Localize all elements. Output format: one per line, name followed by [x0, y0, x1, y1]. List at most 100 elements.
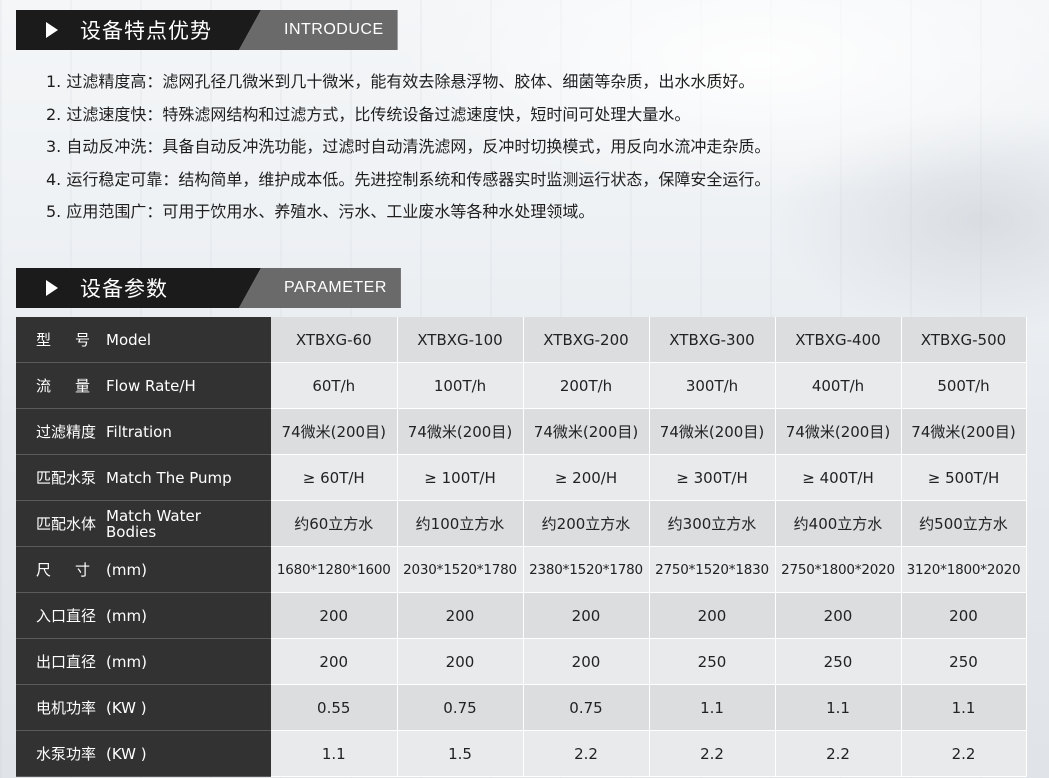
table-cell: ≥ 200/H	[523, 454, 650, 501]
parameter-table: 型号 Model XTBXG-60 XTBXG-100 XTBXG-200 XTBXG-3…	[16, 317, 1027, 777]
table-cell: XTBXG-200	[523, 317, 650, 363]
row-label-en: Model	[106, 330, 152, 349]
row-label-cn: 匹配水泵	[36, 469, 97, 487]
table-cell: 1.1	[649, 684, 776, 731]
table-cell: 74微米(200目)	[649, 408, 776, 455]
table-cell: 250	[649, 638, 776, 685]
feature-item: 2. 过滤速度快：特殊滤网结构和过滤方式，比传统设备过滤速度快，短时间可处理大量…	[46, 104, 691, 124]
table-row: 流量 Flow Rate/H 60T/h 100T/h 200T/h 300T/h 400T…	[16, 362, 1027, 409]
row-label-cn: 水泵功率	[36, 745, 97, 763]
feature-item: 4. 运行稳定可靠：结构简单，维护成本低。先进控制系统和传感器实时监测运行状态，…	[46, 169, 771, 189]
table-cell: 2.2	[775, 730, 902, 777]
table-cell: 250	[901, 638, 1027, 685]
table-cell: ≥ 300T/H	[649, 454, 776, 501]
row-header: 匹配水泵 Match The Pump	[16, 454, 271, 501]
row-label-en: Flow Rate/H	[106, 376, 196, 395]
table-cell: 200	[271, 592, 398, 639]
table-cell: 2750*1520*1830	[649, 546, 776, 593]
table-row: 型号 Model XTBXG-60 XTBXG-100 XTBXG-200 XTBXG-3…	[16, 317, 1027, 363]
table-cell: 2030*1520*1780	[397, 546, 524, 593]
row-header: 水泵功率 (KW )	[16, 730, 271, 777]
table-cell: 200	[523, 592, 650, 639]
table-cell: 0.75	[523, 684, 650, 731]
section-subtitle: INTRODUCE	[239, 10, 398, 50]
table-cell: 2380*1520*1780	[523, 546, 650, 593]
table-cell: 400T/h	[775, 362, 902, 409]
table-cell: 300T/h	[649, 362, 776, 409]
table-cell: 3120*1800*2020	[901, 546, 1027, 593]
table-cell: 2.2	[901, 730, 1027, 777]
feature-item: 3. 自动反冲洗：具备自动反冲洗功能，过滤时自动清洗滤网，反冲时切换模式，用反向…	[46, 137, 771, 156]
row-label-en: (KW )	[106, 698, 147, 717]
row-header: 入口直径 (mm)	[16, 592, 271, 639]
table-cell: 74微米(200目)	[901, 408, 1027, 455]
table-row: 水泵功率 (KW ) 1.1 1.5 2.2 2.2 2.2 2.2	[16, 730, 1027, 777]
row-label-cn: 流量	[36, 377, 115, 395]
table-row: 匹配水体 Match Water Bodies 约60立方水 约100立方水 约200立…	[16, 500, 1027, 547]
table-cell: 200	[397, 638, 524, 685]
table-cell: 1.1	[775, 684, 902, 731]
row-label-en: (KW )	[106, 744, 147, 763]
table-cell: ≥ 100T/H	[397, 454, 524, 501]
table-cell: 1.1	[901, 684, 1027, 731]
section-header-features: 设备特点优势 INTRODUCE	[16, 10, 398, 50]
table-row: 电机功率 (KW ) 0.55 0.75 0.75 1.1 1.1 1.1	[16, 684, 1027, 731]
row-label-cn: 匹配水体	[36, 515, 97, 533]
table-cell: XTBXG-100	[397, 317, 524, 363]
table-cell: 约500立方水	[901, 500, 1027, 547]
row-label-en: Match The Pump	[106, 468, 232, 487]
table-cell: 2.2	[649, 730, 776, 777]
row-header: 型号 Model	[16, 317, 271, 363]
section-title: 设备参数	[80, 277, 168, 301]
table-cell: 100T/h	[397, 362, 524, 409]
table-cell: 约200立方水	[523, 500, 650, 547]
table-cell: 0.55	[271, 684, 398, 731]
row-label-en: (mm)	[106, 606, 147, 625]
play-triangle-icon	[46, 22, 58, 38]
table-cell: 74微米(200目)	[271, 408, 398, 455]
table-cell: 74微米(200目)	[523, 408, 650, 455]
play-triangle-icon	[46, 280, 58, 296]
section-header-params: 设备参数 PARAMETER	[16, 268, 401, 308]
table-cell: 74微米(200目)	[397, 408, 524, 455]
row-label-cn: 出口直径	[36, 653, 97, 671]
table-cell: 200	[397, 592, 524, 639]
table-cell: XTBXG-300	[649, 317, 776, 363]
table-cell: 60T/h	[271, 362, 398, 409]
section-subtitle: PARAMETER	[239, 268, 401, 308]
table-cell: 200	[775, 592, 902, 639]
table-cell: 200	[523, 638, 650, 685]
row-header: 过滤精度 Filtration	[16, 408, 271, 455]
table-row: 入口直径 (mm) 200 200 200 200 200 200	[16, 592, 1027, 639]
table-cell: ≥ 500T/H	[901, 454, 1027, 501]
table-cell: ≥ 400T/H	[775, 454, 902, 501]
table-cell: 约400立方水	[775, 500, 902, 547]
table-cell: 200	[649, 592, 776, 639]
row-header: 出口直径 (mm)	[16, 638, 271, 685]
table-cell: 2.2	[523, 730, 650, 777]
table-cell: ≥ 60T/H	[271, 454, 398, 501]
table-cell: 约100立方水	[397, 500, 524, 547]
table-cell: 500T/h	[901, 362, 1027, 409]
table-row: 尺寸 (mm) 1680*1280*1600 2030*1520*1780 2380*1…	[16, 546, 1027, 593]
table-cell: 约60立方水	[271, 500, 398, 547]
table-cell: 1680*1280*1600	[271, 546, 398, 593]
row-label-en: Match Water Bodies	[106, 506, 201, 541]
table-row: 过滤精度 Filtration 74微米(200目) 74微米(200目) 74微米(2…	[16, 408, 1027, 455]
table-cell: 200T/h	[523, 362, 650, 409]
row-label-cn: 电机功率	[36, 699, 97, 717]
table-row: 匹配水泵 Match The Pump ≥ 60T/H ≥ 100T/H ≥ 200/H…	[16, 454, 1027, 501]
row-label-cn: 型号	[36, 331, 115, 349]
row-label-cn: 尺寸	[36, 561, 115, 579]
feature-list: 1. 过滤精度高：滤网孔径几微米到几十微米，能有效去除悬浮物、胶体、细菌等杂质，…	[46, 66, 770, 229]
row-label-en: (mm)	[106, 652, 147, 671]
table-cell: 1.1	[271, 730, 398, 777]
table-cell: 1.5	[397, 730, 524, 777]
table-cell: XTBXG-60	[271, 317, 398, 363]
row-label-cn: 过滤精度	[36, 423, 97, 441]
section-title: 设备特点优势	[80, 19, 212, 43]
row-label-en: (mm)	[106, 560, 147, 579]
row-header: 匹配水体 Match Water Bodies	[16, 500, 271, 547]
table-row: 出口直径 (mm) 200 200 200 250 250 250	[16, 638, 1027, 685]
table-cell: 0.75	[397, 684, 524, 731]
